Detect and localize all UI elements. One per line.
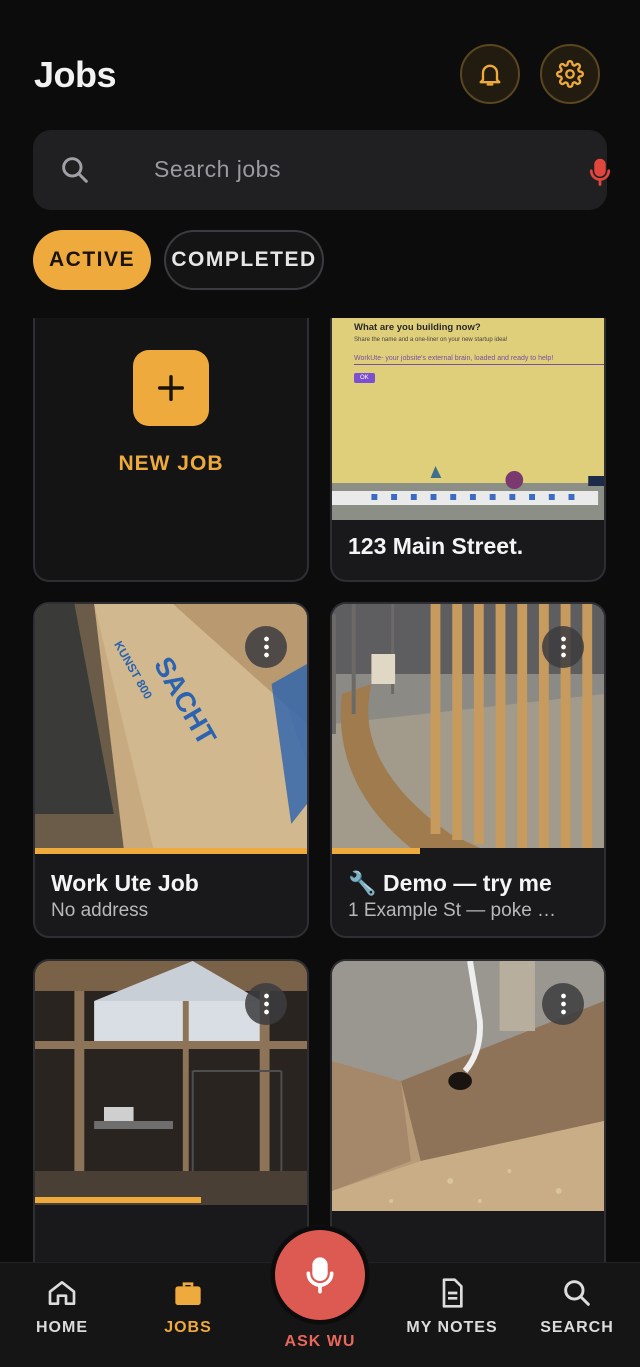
job-progress-bar — [35, 1197, 201, 1203]
gear-icon — [556, 60, 584, 88]
nav-my-notes[interactable]: MY NOTES — [402, 1277, 502, 1337]
home-icon — [48, 1281, 76, 1305]
search-icon — [564, 1280, 590, 1306]
job-menu-button[interactable] — [542, 983, 584, 1025]
job-card[interactable]: What are you building now? Share the nam… — [330, 318, 606, 582]
job-card[interactable]: 🔧 Demo — try me 1 Example St — poke … — [330, 602, 606, 938]
job-menu-button[interactable] — [542, 626, 584, 668]
ask-wu-label: ASK WU — [284, 1333, 356, 1350]
job-title: 🔧 Demo — try me — [348, 870, 552, 896]
briefcase-icon — [175, 1282, 201, 1305]
mic-icon[interactable] — [585, 156, 615, 188]
nav-jobs-label: JOBS — [164, 1319, 212, 1336]
screen-question: What are you building now? — [354, 322, 481, 333]
settings-button[interactable] — [540, 44, 600, 104]
screen-answer: WorkUte- your jobsite's external brain, … — [354, 355, 604, 365]
job-progress-bar — [332, 848, 420, 854]
document-icon — [442, 1278, 463, 1308]
nav-home-label: HOME — [36, 1319, 88, 1336]
new-job-button[interactable] — [133, 350, 209, 426]
search-icon — [62, 157, 88, 183]
mic-icon — [306, 1257, 334, 1294]
new-job-card[interactable]: NEW JOB — [33, 318, 309, 582]
job-address: 1 Example St — poke … — [348, 900, 557, 921]
filter-completed-tab[interactable]: COMPLETED — [164, 230, 324, 290]
more-vertical-icon — [560, 993, 566, 1015]
job-card[interactable] — [330, 959, 606, 1263]
ask-wu-button[interactable] — [275, 1230, 365, 1320]
job-progress-bar — [35, 848, 307, 854]
header: Jobs — [0, 0, 640, 120]
job-card[interactable]: SACHT KUNST 800 Work Ute Job No address — [33, 602, 309, 938]
bell-icon — [479, 64, 501, 86]
screen-ok-button: OK — [354, 373, 375, 383]
search-input[interactable]: Search jobs — [154, 156, 281, 183]
job-title: 123 Main Street. — [348, 533, 524, 559]
page-title: Jobs — [34, 54, 117, 95]
job-title: Work Ute Job — [51, 870, 199, 896]
nav-home[interactable]: HOME — [12, 1277, 112, 1337]
filter-active-tab[interactable]: ACTIVE — [33, 230, 151, 290]
more-vertical-icon — [560, 636, 566, 658]
job-menu-button[interactable] — [245, 983, 287, 1025]
nav-search-label: SEARCH — [540, 1319, 614, 1336]
screen-photo-content: What are you building now? Share the nam… — [354, 322, 604, 392]
more-vertical-icon — [263, 993, 269, 1015]
job-address: No address — [51, 900, 149, 921]
new-job-label: NEW JOB — [118, 452, 224, 475]
screen-hint: Share the name and a one-liner on your n… — [354, 337, 508, 343]
job-menu-button[interactable] — [245, 626, 287, 668]
nav-jobs[interactable]: JOBS — [138, 1277, 238, 1337]
jobs-grid: NEW JOB What are you building now? Share… — [0, 318, 640, 1263]
notifications-button[interactable] — [460, 44, 520, 104]
nav-my-notes-label: MY NOTES — [406, 1319, 498, 1336]
nav-search[interactable]: SEARCH — [527, 1277, 627, 1337]
more-vertical-icon — [263, 636, 269, 658]
plus-icon — [157, 374, 185, 402]
search-bar[interactable]: Search jobs — [33, 130, 611, 210]
job-card[interactable] — [33, 959, 309, 1263]
